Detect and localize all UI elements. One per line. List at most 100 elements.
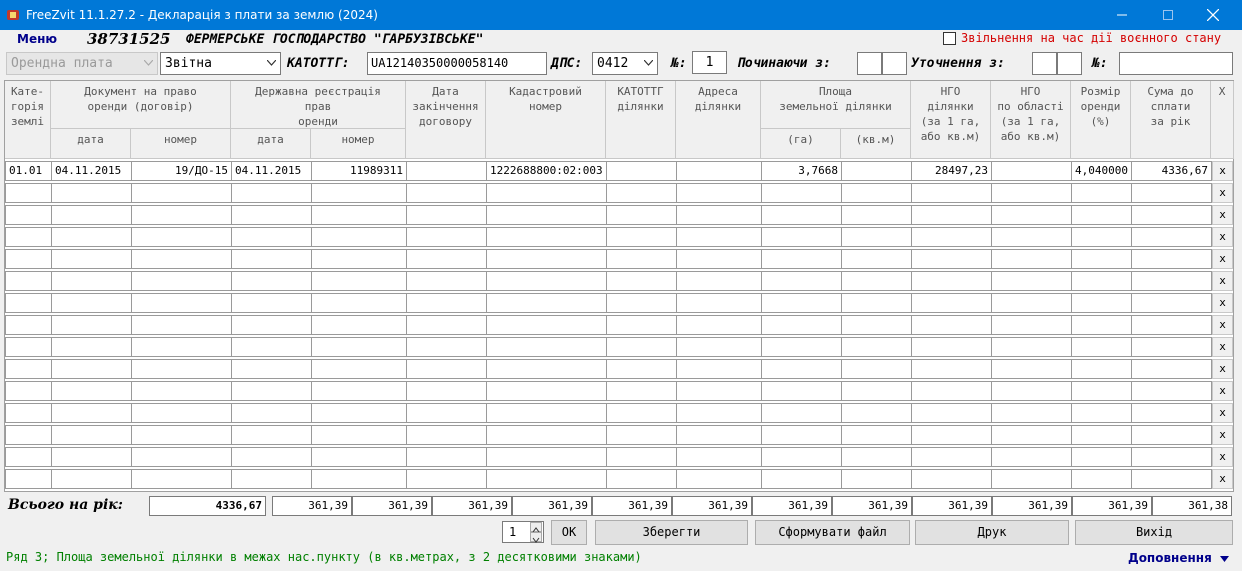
cell-doc-number[interactable] xyxy=(131,249,232,269)
cell-area-sqm[interactable] xyxy=(841,249,912,269)
report-type-select[interactable]: Звітна xyxy=(160,52,281,75)
delete-row-button[interactable]: x xyxy=(1212,469,1233,489)
cell-cadastral[interactable] xyxy=(486,447,607,467)
cell-doc-date[interactable] xyxy=(51,249,132,269)
page-spinner[interactable]: 1 xyxy=(502,521,544,543)
cell-category[interactable] xyxy=(5,249,52,269)
cell-rent-size[interactable] xyxy=(1071,359,1132,379)
cell-sum[interactable] xyxy=(1131,293,1212,313)
cell-end-date[interactable] xyxy=(406,425,487,445)
cell-area-sqm[interactable] xyxy=(841,469,912,489)
cell-cadastral[interactable] xyxy=(486,293,607,313)
dps-select[interactable]: 0412 xyxy=(592,52,658,75)
cell-end-date[interactable] xyxy=(406,381,487,401)
cell-reg-date[interactable] xyxy=(231,359,312,379)
cell-address[interactable] xyxy=(676,183,762,203)
cell-area-ha[interactable]: 3,7668 xyxy=(761,161,842,181)
cell-doc-number[interactable] xyxy=(131,227,232,247)
cell-category[interactable] xyxy=(5,315,52,335)
cell-area-ha[interactable] xyxy=(761,447,842,467)
payment-type-select[interactable]: Орендна плата xyxy=(6,52,158,75)
cell-ngo-plot[interactable] xyxy=(911,469,992,489)
cell-katottg[interactable] xyxy=(606,293,677,313)
cell-end-date[interactable] xyxy=(406,337,487,357)
cell-doc-date[interactable] xyxy=(51,337,132,357)
number-input[interactable]: 1 xyxy=(692,51,727,74)
cell-reg-number[interactable] xyxy=(311,469,407,489)
cell-category[interactable] xyxy=(5,227,52,247)
cell-ngo-region[interactable] xyxy=(991,161,1072,181)
cell-katottg[interactable] xyxy=(606,425,677,445)
cell-reg-number[interactable] xyxy=(311,425,407,445)
print-button[interactable]: Друк xyxy=(915,520,1069,545)
cell-category[interactable] xyxy=(5,469,52,489)
cell-address[interactable] xyxy=(676,161,762,181)
cell-ngo-plot[interactable] xyxy=(911,381,992,401)
cell-sum[interactable] xyxy=(1131,469,1212,489)
cell-category[interactable] xyxy=(5,425,52,445)
cell-doc-number[interactable] xyxy=(131,271,232,291)
cell-reg-date[interactable]: 04.11.2015 xyxy=(231,161,312,181)
cell-reg-number[interactable] xyxy=(311,381,407,401)
number2-input[interactable] xyxy=(1119,52,1233,75)
cell-address[interactable] xyxy=(676,337,762,357)
cell-address[interactable] xyxy=(676,403,762,423)
cell-rent-size[interactable] xyxy=(1071,271,1132,291)
cell-end-date[interactable] xyxy=(406,271,487,291)
cell-reg-number[interactable] xyxy=(311,315,407,335)
cell-cadastral[interactable] xyxy=(486,403,607,423)
cell-category[interactable] xyxy=(5,183,52,203)
delete-row-button[interactable]: x xyxy=(1212,271,1233,291)
cell-category[interactable] xyxy=(5,359,52,379)
cell-katottg[interactable] xyxy=(606,315,677,335)
cell-address[interactable] xyxy=(676,293,762,313)
cell-reg-date[interactable] xyxy=(231,205,312,225)
cell-end-date[interactable] xyxy=(406,469,487,489)
cell-sum[interactable] xyxy=(1131,381,1212,401)
cell-doc-number[interactable] xyxy=(131,337,232,357)
cell-ngo-plot[interactable] xyxy=(911,271,992,291)
cell-address[interactable] xyxy=(676,359,762,379)
cell-area-sqm[interactable] xyxy=(841,403,912,423)
cell-address[interactable] xyxy=(676,227,762,247)
cell-rent-size[interactable] xyxy=(1071,249,1132,269)
cell-katottg[interactable] xyxy=(606,271,677,291)
cell-katottg[interactable] xyxy=(606,381,677,401)
make-file-button[interactable]: Сформувати файл xyxy=(755,520,910,545)
cell-katottg[interactable] xyxy=(606,403,677,423)
cell-rent-size[interactable] xyxy=(1071,337,1132,357)
cell-rent-size[interactable] xyxy=(1071,381,1132,401)
cell-area-sqm[interactable] xyxy=(841,337,912,357)
cell-ngo-region[interactable] xyxy=(991,469,1072,489)
additions-menu[interactable]: Доповнення xyxy=(1128,551,1229,565)
spinner-up-button[interactable] xyxy=(530,522,542,533)
delete-row-button[interactable]: x xyxy=(1212,205,1233,225)
cell-area-sqm[interactable] xyxy=(841,425,912,445)
cell-ngo-region[interactable] xyxy=(991,227,1072,247)
cell-ngo-plot[interactable] xyxy=(911,205,992,225)
cell-sum[interactable] xyxy=(1131,337,1212,357)
cell-katottg[interactable] xyxy=(606,447,677,467)
cell-ngo-region[interactable] xyxy=(991,447,1072,467)
cell-doc-date[interactable] xyxy=(51,315,132,335)
cell-doc-date[interactable] xyxy=(51,271,132,291)
cell-ngo-region[interactable] xyxy=(991,381,1072,401)
cell-doc-date[interactable] xyxy=(51,359,132,379)
delete-row-button[interactable]: x xyxy=(1212,381,1233,401)
delete-row-button[interactable]: x xyxy=(1212,425,1233,445)
delete-row-button[interactable]: x xyxy=(1212,359,1233,379)
cell-reg-number[interactable] xyxy=(311,271,407,291)
cell-area-sqm[interactable] xyxy=(841,293,912,313)
cell-reg-number[interactable] xyxy=(311,403,407,423)
cell-area-sqm[interactable] xyxy=(841,359,912,379)
cell-area-ha[interactable] xyxy=(761,183,842,203)
cell-ngo-plot[interactable] xyxy=(911,447,992,467)
cell-reg-date[interactable] xyxy=(231,469,312,489)
cell-end-date[interactable] xyxy=(406,447,487,467)
cell-ngo-plot[interactable]: 28497,23 xyxy=(911,161,992,181)
cell-cadastral[interactable] xyxy=(486,359,607,379)
cell-area-sqm[interactable] xyxy=(841,271,912,291)
cell-reg-number[interactable] xyxy=(311,227,407,247)
cell-sum[interactable] xyxy=(1131,271,1212,291)
delete-row-button[interactable]: x xyxy=(1212,293,1233,313)
